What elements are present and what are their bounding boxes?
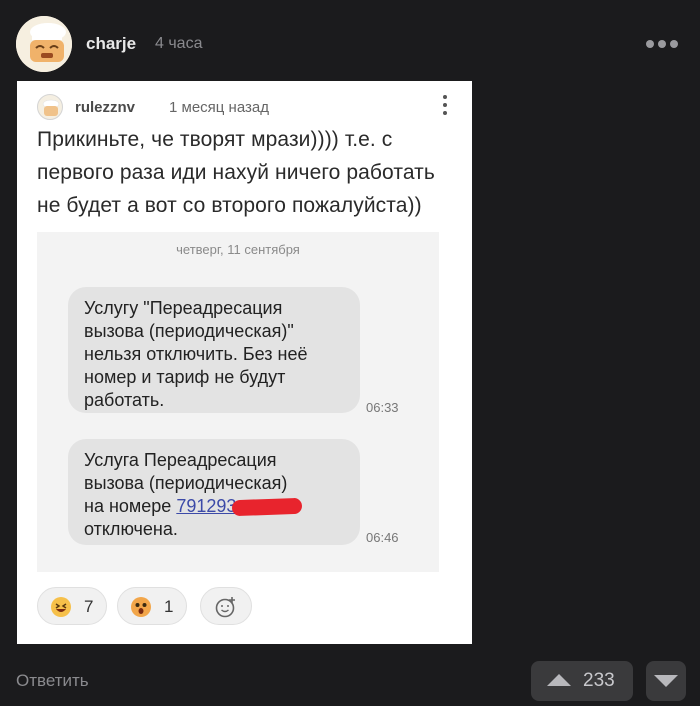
reply-button[interactable]: Ответить: [16, 671, 89, 691]
shocked-face-icon: [131, 597, 151, 617]
more-dots-icon[interactable]: [644, 34, 684, 54]
sms-bubble: Услугу "Переадресация вызова (периодичес…: [68, 287, 360, 413]
commenter-avatar: [37, 94, 63, 120]
comment-header: rulezznv 1 месяц назад: [37, 89, 452, 123]
reaction-count: 1: [164, 597, 174, 616]
sms-text: на номере: [84, 496, 177, 516]
post-header: charje 4 часа: [16, 16, 684, 72]
sms-bubble: Услуга Переадресация вызова (периодическ…: [68, 439, 360, 545]
sms-line: отключена.: [84, 519, 178, 539]
laughing-face-icon: [51, 597, 71, 617]
phone-number-link: 791293: [176, 496, 237, 516]
sms-date: четверг, 11 сентября: [176, 242, 300, 257]
comment-username: rulezznv: [75, 99, 136, 116]
sms-line: нельзя отключить. Без неё: [84, 344, 308, 364]
author-name[interactable]: charje: [86, 34, 136, 54]
comment-text: Прикиньте, че творят мрази)))) т.е. с пе…: [37, 128, 435, 217]
sms-line: работать.: [84, 390, 165, 410]
redaction-mark: [232, 498, 303, 517]
sms-line: вызова (периодическая)": [84, 321, 294, 341]
add-reaction-icon: [215, 597, 235, 618]
sms-time: 06:46: [366, 530, 399, 545]
downvote-button[interactable]: [646, 661, 686, 701]
sms-line: вызова (периодическая): [84, 473, 288, 493]
add-reaction: [200, 587, 252, 625]
comment-date: 1 месяц назад: [169, 99, 269, 116]
reaction-count: 7: [84, 597, 94, 616]
sms-line: на номере 791293: [84, 495, 342, 518]
rating-count: 233: [583, 670, 615, 691]
sms-line: номер и тариф не будут: [84, 367, 286, 387]
sms-thread: четверг, 11 сентября Услугу "Переадресац…: [37, 232, 439, 572]
chef-face-icon: [16, 16, 72, 72]
reaction-shock: 1: [117, 587, 187, 625]
screenshot-image: rulezznv 1 месяц назад Прикиньте, че тво…: [17, 81, 472, 644]
sms-time: 06:33: [366, 400, 399, 415]
upvote-button[interactable]: 233: [531, 661, 633, 701]
reaction-laugh: 7: [37, 587, 107, 625]
sms-line: Услуга Переадресация: [84, 450, 277, 470]
arrow-down-icon: [654, 675, 678, 687]
sms-line: Услугу "Переадресация: [84, 298, 283, 318]
kebab-menu-icon: [442, 95, 448, 119]
author-avatar[interactable]: [16, 16, 72, 72]
chef-face-icon: [42, 99, 60, 116]
arrow-up-icon: [547, 674, 571, 686]
post-time: 4 часа: [155, 35, 203, 52]
